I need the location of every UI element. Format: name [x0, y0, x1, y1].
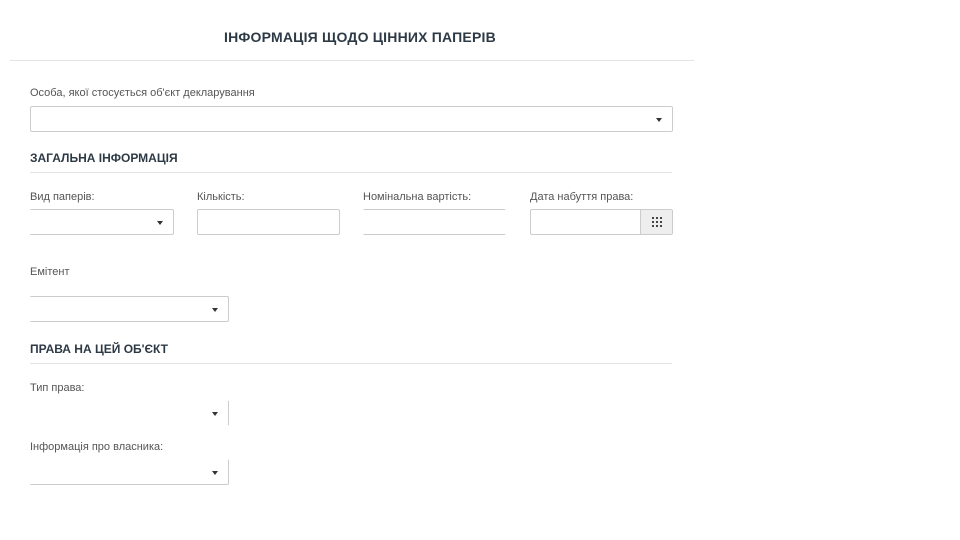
page-title: ІНФОРМАЦІЯ ЩОДО ЦІННИХ ПАПЕРІВ	[224, 29, 496, 45]
header-divider	[10, 60, 694, 61]
issuer-label: Емітент	[30, 266, 70, 278]
general-divider	[30, 172, 672, 173]
acquired-date-input[interactable]	[530, 209, 673, 235]
quantity-input[interactable]	[197, 209, 340, 235]
owner-info-select[interactable]	[30, 459, 229, 485]
right-type-select[interactable]	[30, 400, 229, 426]
paper-type-select[interactable]	[30, 209, 174, 235]
rights-divider	[30, 363, 672, 364]
chevron-down-icon	[157, 221, 163, 225]
paper-type-label: Вид паперів:	[30, 191, 95, 203]
person-label: Особа, якої стосується об'єкт декларуван…	[30, 87, 255, 99]
chevron-down-icon	[212, 308, 218, 312]
general-info-heading: ЗАГАЛЬНА ІНФОРМАЦІЯ	[30, 151, 178, 165]
acquired-date-label: Дата набуття права:	[530, 191, 634, 203]
person-select[interactable]	[30, 106, 673, 132]
right-type-label: Тип права:	[30, 382, 85, 394]
chevron-down-icon	[212, 412, 218, 416]
quantity-label: Кількість:	[197, 191, 245, 203]
calendar-button[interactable]	[640, 210, 672, 234]
owner-info-label: Інформація про власника:	[30, 441, 164, 453]
nominal-value-label: Номінальна вартість:	[363, 191, 472, 203]
rights-heading: ПРАВА НА ЦЕЙ ОБ'ЄКТ	[30, 342, 169, 356]
calendar-icon	[652, 217, 662, 227]
chevron-down-icon	[212, 471, 218, 475]
nominal-value-input[interactable]	[363, 209, 506, 235]
issuer-select[interactable]	[30, 296, 229, 322]
chevron-down-icon	[656, 118, 662, 122]
